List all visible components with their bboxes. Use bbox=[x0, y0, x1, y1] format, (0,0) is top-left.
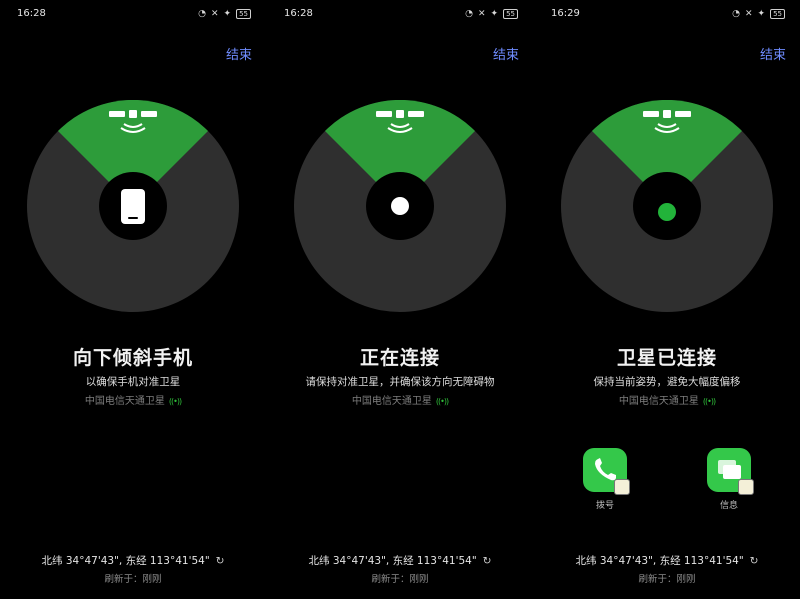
instruction-text: 以确保手机对准卫星 bbox=[85, 376, 181, 388]
carrier-name: 中国电信天通卫星 bbox=[351, 396, 432, 407]
refresh-icon[interactable]: ↻ bbox=[750, 555, 759, 567]
coords-text: 北纬 34°47'43", 东经 113°41'54" bbox=[575, 555, 744, 567]
messages-app[interactable]: 信息 bbox=[707, 448, 754, 511]
speed-icon: ◔ bbox=[465, 9, 473, 19]
location-coordinates: 北纬 34°47'43", 东经 113°41'54" ↻ bbox=[267, 553, 533, 568]
satellite-status-icon: ✦ bbox=[490, 9, 499, 19]
mute-icon: ✕ bbox=[210, 9, 219, 19]
update-time: 刷新于：刚刚 bbox=[371, 574, 429, 585]
carrier-label: 中国电信天通卫星 ((•)) bbox=[534, 392, 800, 407]
satellite-dial bbox=[294, 100, 506, 312]
satellite-dial bbox=[27, 100, 239, 312]
carrier-name: 中国电信天通卫星 bbox=[84, 396, 165, 407]
phone-icon[interactable] bbox=[583, 448, 630, 495]
dialer-app[interactable]: 拨号 bbox=[583, 448, 630, 511]
status-time: 16:28 bbox=[284, 8, 313, 19]
satellite-status-icon: ✦ bbox=[757, 9, 766, 19]
battery-icon: 55 bbox=[503, 9, 518, 19]
refresh-icon[interactable]: ↻ bbox=[483, 555, 492, 567]
signal-icon: ((•)) bbox=[702, 397, 716, 406]
page-title: 正在连接 bbox=[359, 347, 440, 369]
location-coordinates: 北纬 34°47'43", 东经 113°41'54" ↻ bbox=[0, 553, 266, 568]
green-dot-icon bbox=[658, 203, 676, 221]
message-icon[interactable] bbox=[707, 448, 754, 495]
app-label: 拨号 bbox=[595, 501, 614, 511]
satellite-badge-icon bbox=[614, 479, 630, 495]
signal-icon: ((•)) bbox=[435, 397, 449, 406]
speed-icon: ◔ bbox=[198, 9, 206, 19]
coords-text: 北纬 34°47'43", 东经 113°41'54" bbox=[41, 555, 210, 567]
status-time: 16:28 bbox=[17, 8, 46, 19]
app-label: 信息 bbox=[719, 501, 738, 511]
page-title: 卫星已连接 bbox=[616, 347, 717, 369]
instruction-text: 请保持对准卫星，并确保该方向无障碍物 bbox=[305, 376, 495, 388]
status-bar: 16:29 ◔ ✕ ✦ 55 bbox=[534, 0, 800, 30]
page-title: 向下倾斜手机 bbox=[72, 347, 193, 369]
end-button[interactable]: 结束 bbox=[760, 44, 786, 63]
status-time: 16:29 bbox=[551, 8, 580, 19]
signal-icon: ((•)) bbox=[168, 397, 182, 406]
screen-connecting: 16:28 ◔ ✕ ✦ 55 结束 正在连接 请保持对准卫星，并确保该方向无障碍… bbox=[267, 0, 533, 599]
instruction-text: 保持当前姿势，避免大幅度偏移 bbox=[593, 376, 741, 388]
location-coordinates: 北纬 34°47'43", 东经 113°41'54" ↻ bbox=[534, 553, 800, 568]
carrier-name: 中国电信天通卫星 bbox=[618, 396, 699, 407]
white-dot-icon bbox=[391, 197, 409, 215]
satellite-status-icon: ✦ bbox=[223, 9, 232, 19]
screen-tilt-phone: 16:28 ◔ ✕ ✦ 55 结束 向下倾斜手机 以确保手机对准卫星 中国电信天… bbox=[0, 0, 266, 599]
carrier-label: 中国电信天通卫星 ((•)) bbox=[267, 392, 533, 407]
status-bar: 16:28 ◔ ✕ ✦ 55 bbox=[267, 0, 533, 30]
carrier-label: 中国电信天通卫星 ((•)) bbox=[0, 392, 266, 407]
phone-tilt-icon bbox=[121, 189, 145, 224]
mute-icon: ✕ bbox=[744, 9, 753, 19]
screen-connected: 16:29 ◔ ✕ ✦ 55 结束 卫星已连接 保持当前姿势，避免大幅度偏移 中… bbox=[534, 0, 800, 599]
end-button[interactable]: 结束 bbox=[226, 44, 252, 63]
speed-icon: ◔ bbox=[732, 9, 740, 19]
battery-icon: 55 bbox=[770, 9, 785, 19]
update-time: 刷新于：刚刚 bbox=[104, 574, 162, 585]
battery-icon: 55 bbox=[236, 9, 251, 19]
coords-text: 北纬 34°47'43", 东经 113°41'54" bbox=[308, 555, 477, 567]
mute-icon: ✕ bbox=[477, 9, 486, 19]
satellite-badge-icon bbox=[738, 479, 754, 495]
end-button[interactable]: 结束 bbox=[493, 44, 519, 63]
satellite-dial bbox=[561, 100, 773, 312]
status-bar: 16:28 ◔ ✕ ✦ 55 bbox=[0, 0, 266, 30]
update-time: 刷新于：刚刚 bbox=[638, 574, 696, 585]
refresh-icon[interactable]: ↻ bbox=[216, 555, 225, 567]
